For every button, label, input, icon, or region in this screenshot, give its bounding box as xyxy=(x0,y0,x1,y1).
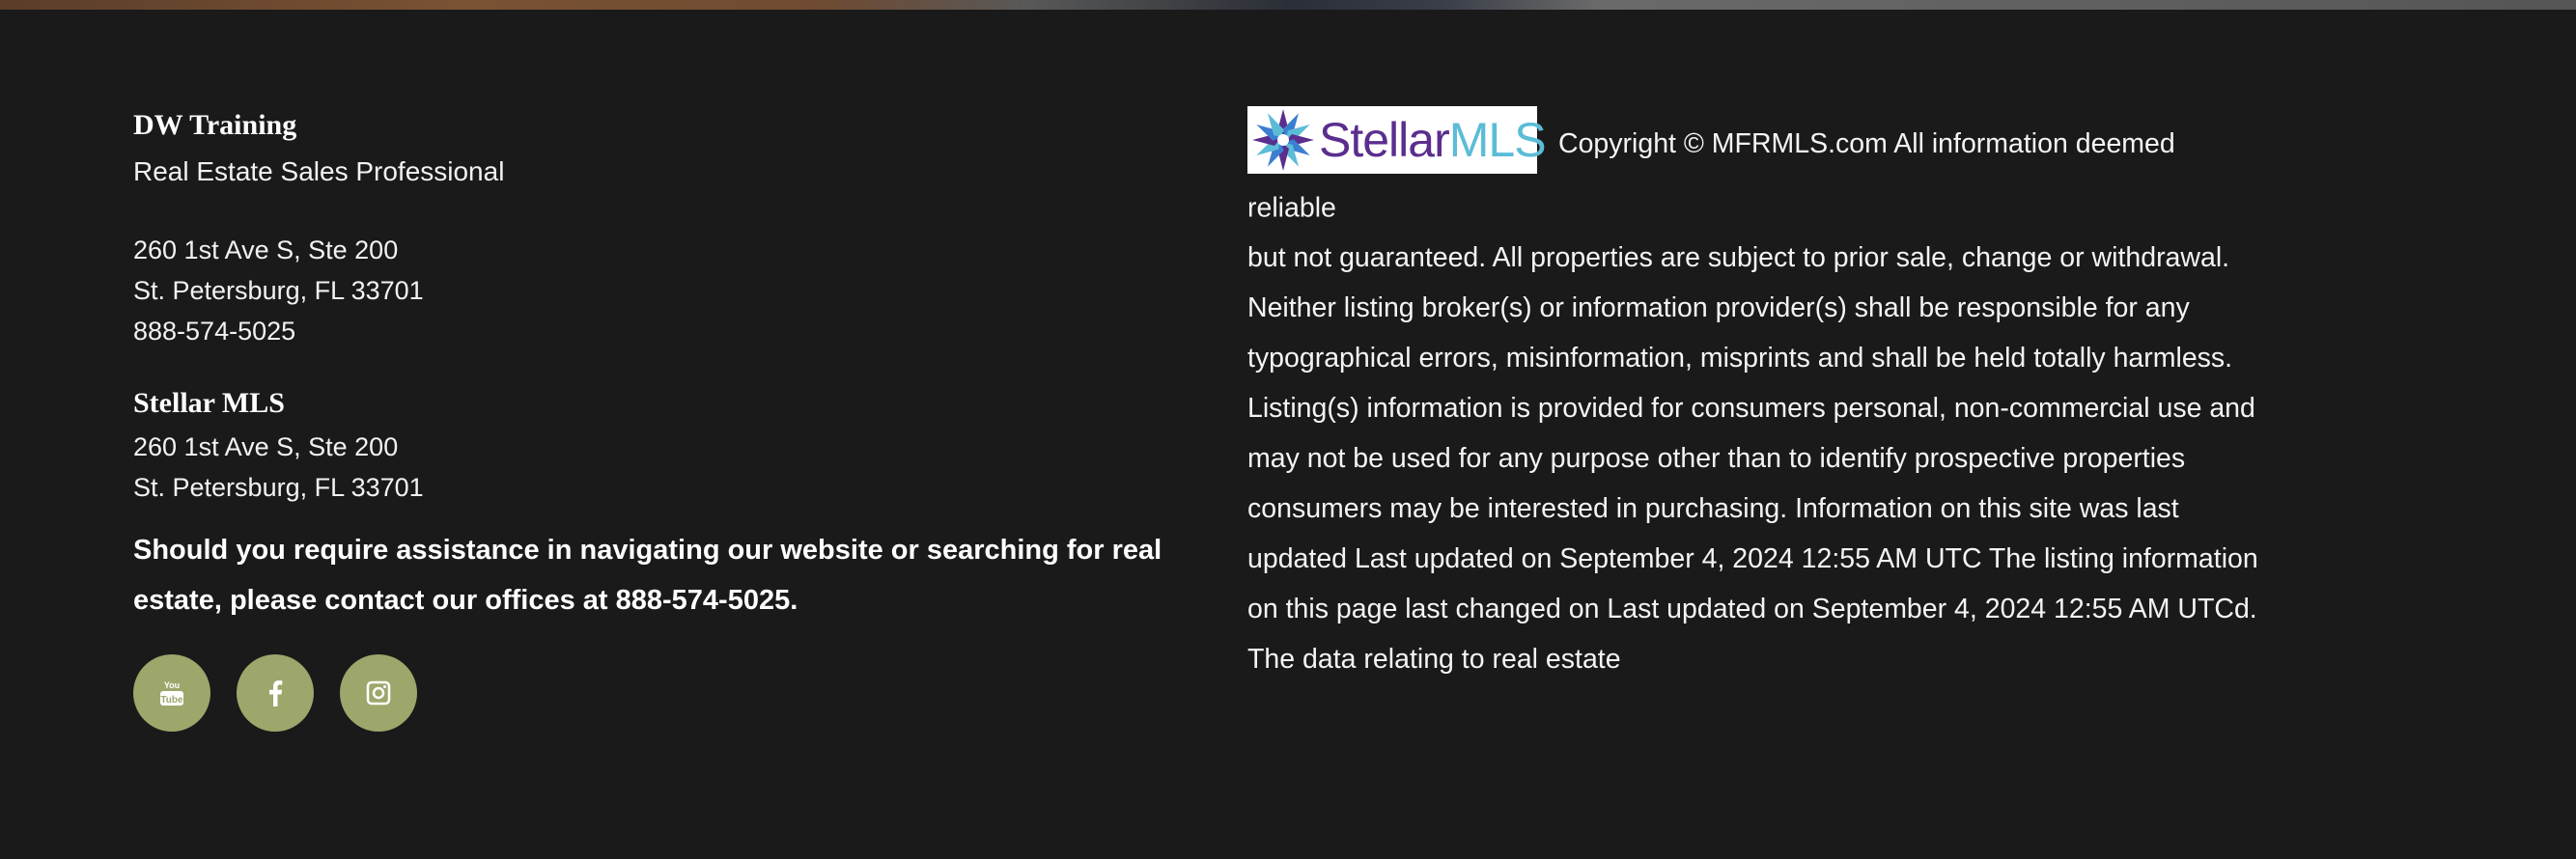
social-links: You Tube xyxy=(133,654,1195,732)
assistance-phone-link[interactable]: 888-574-5025 xyxy=(616,585,791,616)
svg-text:Tube: Tube xyxy=(160,695,183,706)
brokerage-address-line1: 260 1st Ave S, Ste 200 xyxy=(133,432,399,461)
office-name: DW Training xyxy=(133,109,297,141)
youtube-button[interactable]: You Tube xyxy=(133,654,210,732)
mls-disclaimer: StellarMLS Copyright © MFRMLS.com All in… xyxy=(1247,106,2271,684)
instagram-button[interactable] xyxy=(340,654,417,732)
office-address: 260 1st Ave S, Ste 200 St. Petersburg, F… xyxy=(133,230,1195,351)
office-address-line1: 260 1st Ave S, Ste 200 xyxy=(133,236,399,264)
logo-wordmark: StellarMLS xyxy=(1319,113,1547,167)
office-address-line2: St. Petersburg, FL 33701 xyxy=(133,276,424,305)
stellar-star-icon xyxy=(1252,109,1314,171)
brokerage-address-line2: St. Petersburg, FL 33701 xyxy=(133,473,424,502)
facebook-icon xyxy=(269,680,283,707)
stellar-mls-logo: StellarMLS xyxy=(1247,106,1547,174)
youtube-icon: You Tube xyxy=(160,680,183,706)
logo-wordmark-mls: MLS xyxy=(1448,113,1547,167)
logo-wordmark-stellar: Stellar xyxy=(1319,113,1450,167)
svg-text:You: You xyxy=(164,680,180,690)
contact-column: DW Training Real Estate Sales Profession… xyxy=(133,106,1195,732)
office-phone[interactable]: 888-574-5025 xyxy=(133,311,1195,351)
instagram-icon xyxy=(366,680,391,706)
facebook-button[interactable] xyxy=(237,654,314,732)
site-footer: DW Training Real Estate Sales Profession… xyxy=(0,10,2576,859)
agent-title: Real Estate Sales Professional xyxy=(133,156,505,186)
disclaimer-body: but not guaranteed. All properties are s… xyxy=(1247,242,2258,676)
hero-image-bottom-edge xyxy=(0,0,2576,10)
brokerage-name: Stellar MLS xyxy=(133,387,285,419)
brokerage-address: 260 1st Ave S, Ste 200 St. Petersburg, F… xyxy=(133,427,1195,508)
assistance-period: . xyxy=(790,585,798,616)
assistance-notice: Should you require assistance in navigat… xyxy=(133,525,1195,625)
